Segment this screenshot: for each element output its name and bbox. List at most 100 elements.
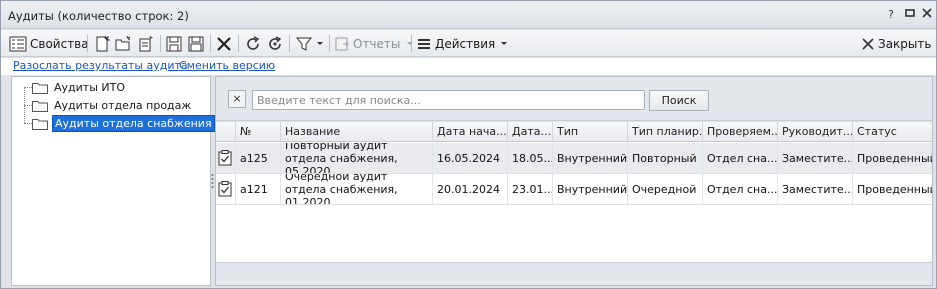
chevron-down-icon — [501, 41, 508, 45]
cell-end-date: 23.01... — [508, 174, 553, 204]
window-title: Аудиты (количество строк: 2) — [8, 9, 189, 23]
table-footer — [216, 262, 932, 285]
links-bar: Разослать результаты аудита Сменить верс… — [1, 58, 936, 75]
send-results-link[interactable]: Разослать результаты аудита — [13, 59, 188, 72]
column-header-name[interactable]: Название — [281, 122, 433, 142]
cell-number: а125 — [236, 143, 281, 173]
clear-search-button[interactable]: × — [228, 90, 246, 108]
reports-label: Отчеты — [353, 36, 401, 51]
refresh-button[interactable] — [244, 33, 262, 54]
refresh-all-icon — [269, 35, 282, 50]
cell-manager: Заместите... — [778, 143, 853, 173]
folder-icon — [32, 118, 48, 130]
help-button[interactable]: ? — [884, 8, 898, 22]
tree-connector — [24, 123, 32, 124]
close-label: Закрыть — [878, 36, 932, 51]
column-header-icon — [216, 122, 236, 142]
cell-name: Повторный аудит отдела снабжения, 05.202… — [281, 143, 433, 173]
cell-number: а121 — [236, 174, 281, 204]
toolbar-divider — [329, 35, 330, 52]
toolbar-divider — [289, 35, 290, 52]
cell-start-date: 20.01.2024 — [433, 174, 508, 204]
folder-icon — [32, 100, 48, 112]
close-button[interactable]: Закрыть — [862, 33, 931, 54]
splitter-grip[interactable] — [211, 173, 214, 189]
audit-tree: Аудиты ИТО Аудиты отдела продаж Аудиты о… — [11, 76, 215, 286]
cell-plan-type: Повторный — [628, 143, 703, 173]
save-button[interactable] — [165, 33, 183, 54]
table-header: № Название Дата нача... Дата... Тип Тип … — [216, 122, 932, 142]
column-header-number[interactable]: № — [236, 122, 281, 142]
toolbar: Свойства Отчеты Действия Закрыть — [1, 30, 936, 57]
refresh-icon — [247, 35, 260, 50]
copy-icon — [139, 35, 153, 51]
toolbar-divider — [160, 35, 161, 52]
toolbar-divider — [210, 35, 211, 52]
refresh-all-button[interactable] — [266, 33, 284, 54]
save-all-icon — [188, 36, 204, 51]
search-input[interactable] — [252, 90, 645, 110]
save-icon — [166, 36, 182, 51]
tree-item-label: Аудиты ИТО — [54, 81, 125, 94]
cell-plan-type: Очередной — [628, 174, 703, 204]
actions-menu[interactable]: Действия — [417, 33, 508, 54]
menu-icon — [418, 38, 430, 49]
change-version-link[interactable]: Сменить версию — [179, 59, 275, 72]
audits-table: № Название Дата нача... Дата... Тип Тип … — [216, 122, 932, 262]
title-bar: Аудиты (количество строк: 2) ? — [1, 1, 936, 29]
restore-button[interactable] — [903, 8, 917, 22]
new-folder-button[interactable] — [114, 33, 132, 54]
restore-icon — [905, 9, 915, 17]
delete-button[interactable] — [215, 33, 233, 54]
properties-icon — [9, 36, 27, 51]
audits-window: Аудиты (количество строк: 2) ? Свойства — [0, 0, 937, 289]
cell-end-date: 18.05... — [508, 143, 553, 173]
cell-status: Проведенный — [857, 182, 932, 196]
toolbar-divider — [238, 35, 239, 52]
audit-icon — [216, 143, 236, 173]
tree-item-sales[interactable]: Аудиты отдела продаж — [32, 97, 193, 114]
column-header-manager[interactable]: Руководит... — [778, 122, 853, 142]
table-row[interactable]: а125 Повторный аудит отдела снабжения, 0… — [216, 143, 932, 174]
close-icon — [922, 8, 932, 18]
cell-status: Проведенный — [857, 151, 932, 165]
properties-button[interactable]: Свойства — [9, 33, 89, 54]
column-header-audited[interactable]: Проверяем... — [703, 122, 778, 142]
folder-icon — [32, 82, 48, 94]
table-row[interactable]: а121 Очередной аудит отдела снабжения, 0… — [216, 174, 932, 205]
reports-menu[interactable]: Отчеты — [334, 33, 414, 54]
column-header-status[interactable]: Статус — [853, 122, 932, 142]
search-bar: × Поиск — [216, 77, 932, 121]
report-icon — [335, 37, 349, 50]
toolbar-divider — [87, 35, 88, 52]
toolbar-divider — [411, 35, 412, 52]
new-document-icon — [96, 35, 111, 51]
new-folder-icon — [115, 35, 131, 50]
cell-type: Внутренний — [553, 174, 628, 204]
new-document-button[interactable] — [93, 33, 111, 54]
chevron-down-icon — [317, 41, 323, 45]
tree-item-ito[interactable]: Аудиты ИТО — [32, 79, 127, 96]
tree-item-label: Аудиты отдела продаж — [54, 99, 192, 112]
close-window-button[interactable] — [920, 8, 934, 22]
cell-name: Очередной аудит отдела снабжения, 01.202… — [281, 174, 433, 204]
tree-item-label: Аудиты отдела снабжения — [52, 115, 215, 132]
filter-icon — [295, 37, 313, 51]
search-button[interactable]: Поиск — [649, 90, 709, 111]
column-header-type[interactable]: Тип — [553, 122, 628, 142]
column-header-plan-type[interactable]: Тип планир... — [628, 122, 703, 142]
tree-item-supply[interactable]: Аудиты отдела снабжения — [32, 115, 215, 132]
audit-list-pane: × Поиск № Название Дата нача... Дата... … — [215, 76, 933, 286]
audit-icon — [216, 174, 236, 204]
cell-start-date: 16.05.2024 — [433, 143, 508, 173]
delete-icon — [217, 36, 231, 51]
tree-connector — [24, 105, 32, 106]
column-header-end-date[interactable]: Дата... — [508, 122, 553, 142]
close-icon — [862, 37, 874, 50]
cell-audited: Отдел сна... — [703, 174, 778, 204]
save-all-button[interactable] — [187, 33, 205, 54]
column-header-start-date[interactable]: Дата нача... — [433, 122, 508, 142]
cell-audited: Отдел сна... — [703, 143, 778, 173]
copy-button[interactable] — [137, 33, 155, 54]
filter-button[interactable] — [295, 33, 324, 54]
